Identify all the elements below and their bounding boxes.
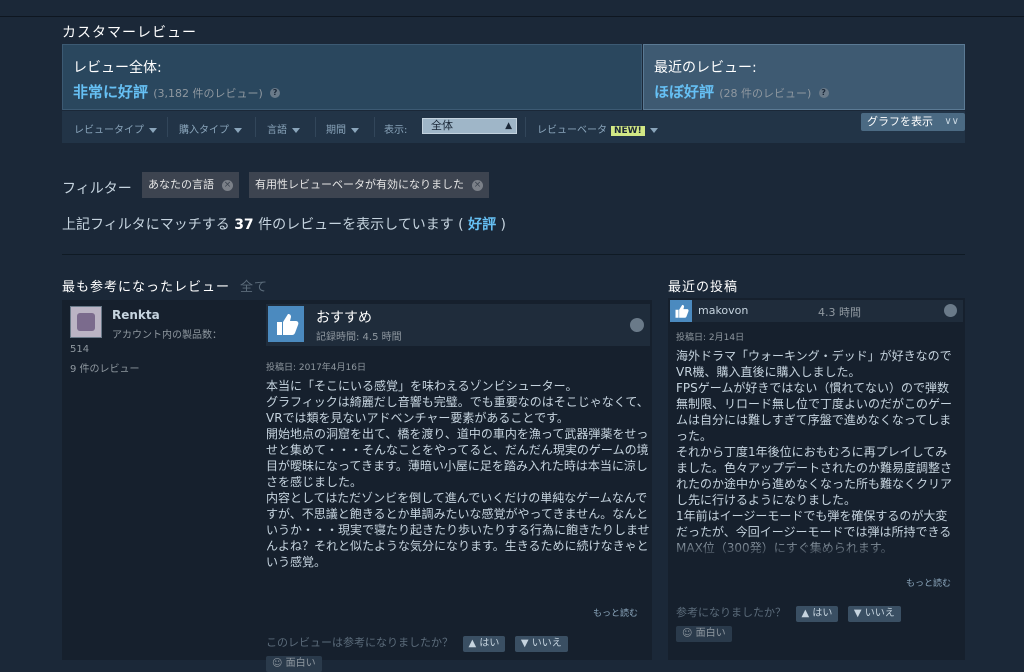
summary-recent-rating: ほぼ好評 (654, 83, 715, 101)
recent-posts-heading: 最近の投稿 (668, 280, 739, 295)
question-icon[interactable]: ? (818, 87, 829, 98)
thumbs-up-icon: ▲︎ (468, 638, 477, 649)
recent-post-header: makovon 4.3 時間 (670, 300, 963, 322)
match-count: 37 (234, 217, 254, 233)
summary-all-label: レビュー全体: (73, 60, 162, 76)
review-verdict: おすすめ (316, 310, 372, 326)
filter-review-type[interactable]: レビュータイプ (74, 121, 157, 136)
show-graph-button[interactable]: グラフを表示 ∨∨ (861, 113, 965, 131)
filter-display-label: 表示: (384, 125, 408, 136)
filter-divider (167, 117, 168, 137)
review-card: Renkta アカウント内の製品数： 514 9 件のレビュー おすすめ 記録時… (62, 300, 652, 672)
review-filter-bar: レビュータイプ 購入タイプ 言語 期間 表示: 全体 ▲︎ レビューベータ NEW… (62, 111, 965, 143)
match-rating: 好評 (468, 217, 497, 233)
vote-funny-button[interactable]: ☺︎ 面白い (676, 626, 732, 642)
author-products-label: アカウント内の製品数： (112, 330, 222, 341)
question-icon[interactable]: ? (270, 87, 281, 98)
double-chevron-down-icon: ∨∨ (944, 116, 959, 127)
filter-chip-helpfulness-beta[interactable]: 有用性レビューベータが有効になりました × (249, 172, 489, 198)
summary-all-reviews[interactable]: レビュー全体: 非常に好評 (3,182 件のレビュー) ? (62, 44, 642, 110)
summary-all-count: (3,182 件のレビュー) (153, 87, 263, 100)
recent-playtime: 4.3 時間 (818, 306, 861, 319)
text-fade-overlay (676, 534, 958, 560)
close-circle-icon[interactable]: × (222, 179, 233, 191)
recent-posted-date: 投稿日: 2月14日 (676, 333, 745, 343)
thumbs-down-icon: ▼︎ (520, 638, 529, 649)
close-circle-icon[interactable]: × (472, 179, 483, 191)
summary-recent-reviews[interactable]: 最近のレビュー: ほぼ好評 (28 件のレビュー) ? (643, 44, 965, 110)
caret-down-icon (149, 127, 157, 133)
caret-down-icon (649, 127, 658, 133)
filter-divider (374, 117, 375, 137)
posted-date: 投稿日: 2017年4月16日 (266, 363, 366, 373)
author-review-count[interactable]: 9 件のレビュー (70, 360, 140, 375)
summary-recent-count: (28 件のレビュー) (719, 87, 812, 100)
summary-all-rating: 非常に好評 (73, 83, 149, 101)
filter-period[interactable]: 期間 (326, 121, 359, 136)
top-divider (0, 16, 1024, 17)
caret-down-icon (234, 127, 242, 133)
author-products-count: 514 (70, 344, 90, 355)
most-helpful-heading: 最も参考になったレビュー 全て (62, 280, 269, 295)
select-arrows-icon: ▲︎ (505, 121, 512, 131)
filter-language[interactable]: 言語 (267, 121, 300, 136)
vote-no-button[interactable]: ▼︎ いいえ (514, 636, 568, 652)
read-more-link[interactable]: もっと読む (906, 576, 951, 589)
avatar[interactable] (70, 306, 102, 338)
filter-divider (255, 117, 256, 137)
recent-helpful-prompt: 参考になりましたか？ ▲︎ はい ▼︎ いいえ (676, 604, 901, 622)
steam-icon (944, 304, 957, 317)
section-title: カスタマーレビュー (62, 25, 197, 41)
section-divider (62, 254, 965, 255)
review-text: 本当に「そこにいる感覚」を味わえるゾンビシューター。 グラフィックは綺麗だし音響… (266, 379, 650, 569)
thumbs-down-icon: ▼︎ (853, 608, 862, 619)
display-select[interactable]: 全体 ▲︎ (422, 118, 517, 134)
thumbs-up-icon: ▲︎ (801, 608, 810, 619)
steam-icon (630, 318, 644, 332)
smiley-icon: ☺︎ (682, 628, 693, 639)
filter-divider (525, 117, 526, 137)
filter-match-summary: 上記フィルタにマッチする 37 件のレビューを表示しています ( 好評 ) (62, 217, 506, 233)
filter-purchase-type[interactable]: 購入タイプ (179, 121, 242, 136)
filter-chip-language[interactable]: あなたの言語 × (142, 172, 239, 198)
new-badge: NEW! (611, 126, 645, 136)
review-header: おすすめ 記録時間: 4.5 時間 (266, 304, 650, 346)
playtime: 記録時間: 4.5 時間 (316, 332, 402, 343)
active-filters-label: フィルター (62, 181, 132, 197)
recent-post-card: makovon 4.3 時間 投稿日: 2月14日 海外ドラマ「ウォーキング・デ… (668, 298, 965, 660)
caret-down-icon (351, 127, 359, 133)
vote-yes-button[interactable]: ▲︎ はい (795, 606, 839, 622)
recent-post-text: 海外ドラマ「ウォーキング・デッド」が好きなのでVR機、購入直後に購入しました。 … (676, 349, 953, 555)
thumbs-up-icon (268, 306, 304, 342)
view-all-link[interactable]: 全て (240, 280, 268, 295)
helpful-prompt: このレビューは参考になりましたか？ ▲︎ はい ▼︎ いいえ (266, 634, 568, 652)
summary-recent-label: 最近のレビュー: (654, 60, 757, 76)
vote-yes-button[interactable]: ▲︎ はい (462, 636, 506, 652)
recent-author-name[interactable]: makovon (698, 304, 748, 317)
vote-funny-button[interactable]: ☺︎ 面白い (266, 656, 322, 672)
filter-review-beta[interactable]: レビューベータ NEW! (537, 121, 658, 136)
read-more-link[interactable]: もっと読む (593, 606, 638, 619)
filter-divider (315, 117, 316, 137)
caret-down-icon (292, 127, 300, 133)
author-name[interactable]: Renkta (112, 308, 160, 322)
thumbs-up-icon (670, 300, 692, 322)
vote-no-button[interactable]: ▼︎ いいえ (847, 606, 901, 622)
